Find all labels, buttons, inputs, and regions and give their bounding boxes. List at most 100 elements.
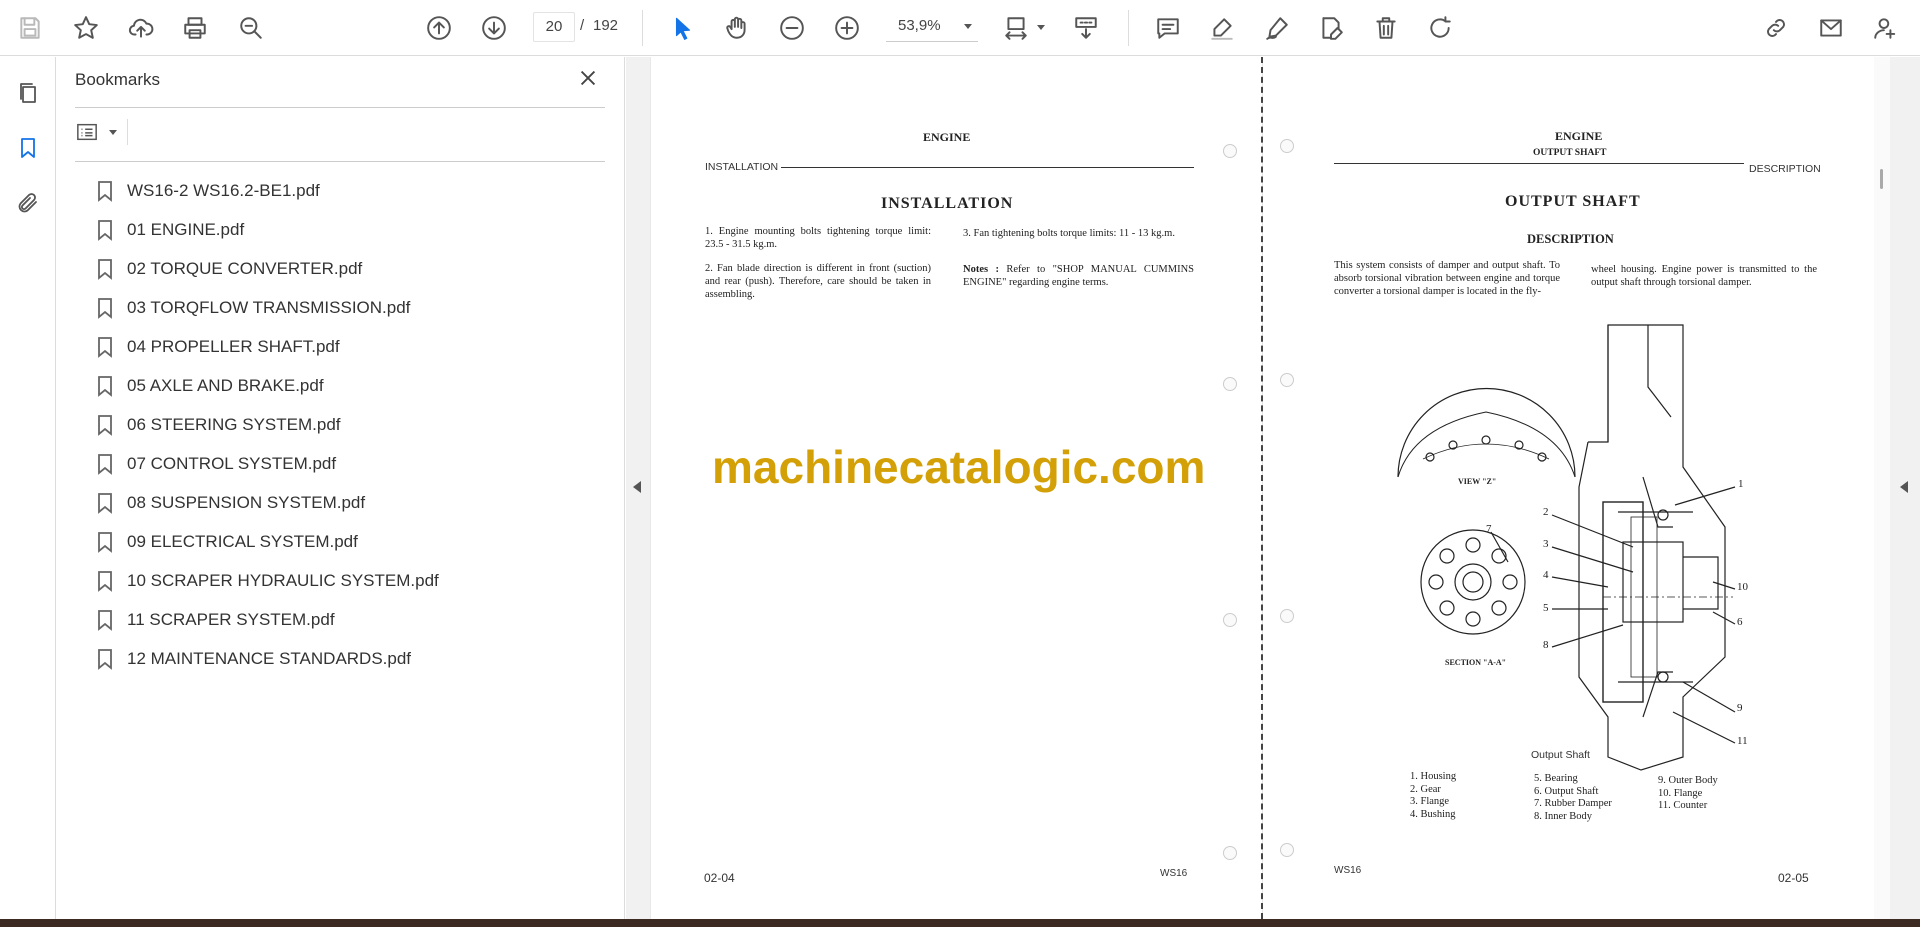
hand-tool-icon[interactable] xyxy=(719,10,755,46)
view-z-label: VIEW "Z" xyxy=(1458,477,1497,486)
bookmark-options-button[interactable] xyxy=(75,117,121,147)
bookmark-icon xyxy=(98,570,112,592)
bookmark-label: 08 SUSPENSION SYSTEM.pdf xyxy=(127,492,366,512)
zoom-value: 53,9% xyxy=(898,17,941,34)
bookmark-icon xyxy=(98,531,112,553)
page-number: 02-05 xyxy=(1778,871,1809,885)
bookmark-icon xyxy=(98,336,112,358)
bookmark-item[interactable]: 08 SUSPENSION SYSTEM.pdf xyxy=(97,483,605,522)
delete-trash-icon[interactable] xyxy=(1368,10,1404,46)
callout-label: 1 xyxy=(1738,478,1744,490)
callout-label: 3 xyxy=(1543,538,1549,550)
page-number: 02-04 xyxy=(704,871,735,885)
bookmark-icon xyxy=(98,258,112,280)
scrollbar-thumb[interactable] xyxy=(1880,169,1883,189)
search-icon[interactable] xyxy=(233,10,269,46)
main-toolbar: 20 / 192 53,9% xyxy=(0,0,1920,56)
bookmark-item[interactable]: 06 STEERING SYSTEM.pdf xyxy=(97,405,605,444)
page-thumbnails-icon[interactable] xyxy=(12,77,44,109)
bookmark-item[interactable]: 04 PROPELLER SHAFT.pdf xyxy=(97,327,605,366)
list-options-icon xyxy=(77,123,97,141)
divider xyxy=(75,107,605,108)
divider xyxy=(75,161,605,162)
bookmark-label: 07 CONTROL SYSTEM.pdf xyxy=(127,453,337,473)
share-link-icon[interactable] xyxy=(1758,10,1794,46)
model-label: WS16 xyxy=(1160,868,1188,879)
chevron-down-icon xyxy=(109,130,117,135)
attachments-icon[interactable] xyxy=(12,187,44,219)
taskbar-strip xyxy=(0,919,1920,927)
bookmark-item[interactable]: 11 SCRAPER SYSTEM.pdf xyxy=(97,600,605,639)
zoom-out-icon[interactable] xyxy=(774,10,810,46)
next-page-icon[interactable] xyxy=(476,10,512,46)
close-icon[interactable] xyxy=(577,67,603,93)
bookmark-item[interactable]: 03 TORQFLOW TRANSMISSION.pdf xyxy=(97,288,605,327)
bookmark-label: 03 TORQFLOW TRANSMISSION.pdf xyxy=(127,297,411,317)
paragraph-item2: 2. Fan blade direction is different in f… xyxy=(705,263,931,300)
header-rule xyxy=(781,167,1194,168)
navigation-rail xyxy=(0,57,56,919)
callout-label: 5 xyxy=(1543,602,1549,614)
bookmark-list: WS16-2 WS16.2-BE1.pdf 01 ENGINE.pdf 02 T… xyxy=(97,171,605,678)
scroll-mode-icon[interactable] xyxy=(1068,10,1104,46)
chevron-down-icon xyxy=(964,24,972,29)
callout-label: 4 xyxy=(1543,569,1549,581)
comment-icon[interactable] xyxy=(1150,10,1186,46)
right-panel-handle[interactable] xyxy=(1890,57,1920,919)
page-fit-icon[interactable] xyxy=(998,10,1034,46)
edit-pdf-icon[interactable] xyxy=(1313,10,1349,46)
bookmark-item[interactable]: 10 SCRAPER HYDRAULIC SYSTEM.pdf xyxy=(97,561,605,600)
highlight-icon[interactable] xyxy=(1204,10,1240,46)
bookmark-item[interactable]: 12 MAINTENANCE STANDARDS.pdf xyxy=(97,639,605,678)
zoom-in-icon[interactable] xyxy=(829,10,865,46)
page-title: INSTALLATION xyxy=(881,195,1014,212)
legend-column-2: 5. Bearing 6. Output Shaft 7. Rubber Dam… xyxy=(1534,773,1612,822)
upload-cloud-icon[interactable] xyxy=(123,10,159,46)
callout-label: 10 xyxy=(1737,581,1748,593)
section-aa-disc xyxy=(1420,529,1526,635)
bookmark-icon xyxy=(98,219,112,241)
bookmark-icon xyxy=(98,375,112,397)
bookmark-item[interactable]: 09 ELECTRICAL SYSTEM.pdf xyxy=(97,522,605,561)
bookmarks-icon[interactable] xyxy=(12,132,44,164)
chevron-down-icon[interactable] xyxy=(1037,25,1045,30)
bookmark-item[interactable]: 05 AXLE AND BRAKE.pdf xyxy=(97,366,605,405)
toolbar-divider xyxy=(642,10,643,46)
section-aa-label: SECTION "A-A" xyxy=(1445,658,1507,667)
account-icon[interactable] xyxy=(1867,10,1903,46)
page-number-input[interactable]: 20 xyxy=(533,12,575,42)
rotate-icon[interactable] xyxy=(1422,10,1458,46)
bookmark-item[interactable]: 01 ENGINE.pdf xyxy=(97,210,605,249)
bookmark-icon xyxy=(98,453,112,475)
collapse-left-icon xyxy=(633,481,641,493)
figure-caption: Output Shaft xyxy=(1531,749,1590,761)
page-header: ENGINE xyxy=(923,130,971,144)
document-page-right: ENGINE OUTPUT SHAFT DESCRIPTION OUTPUT S… xyxy=(1263,57,1874,919)
bookmark-icon xyxy=(98,609,112,631)
divider xyxy=(127,119,128,145)
previous-page-icon[interactable] xyxy=(421,10,457,46)
bookmark-label: 01 ENGINE.pdf xyxy=(127,219,245,239)
collapse-panel-handle[interactable] xyxy=(626,57,650,919)
save-icon[interactable] xyxy=(12,10,48,46)
binder-hole xyxy=(1223,846,1237,860)
bookmark-star-icon[interactable] xyxy=(68,10,104,46)
bookmark-item[interactable]: 07 CONTROL SYSTEM.pdf xyxy=(97,444,605,483)
bookmark-label: 04 PROPELLER SHAFT.pdf xyxy=(127,336,340,356)
zoom-select[interactable]: 53,9% xyxy=(886,12,978,42)
bookmark-label: WS16-2 WS16.2-BE1.pdf xyxy=(127,180,320,200)
vertical-scrollbar[interactable] xyxy=(1874,57,1890,919)
bookmark-item[interactable]: 02 TORQUE CONVERTER.pdf xyxy=(97,249,605,288)
notes-paragraph: Notes : Refer to "SHOP MANUAL CUMMINS EN… xyxy=(963,263,1194,289)
notes-label: Notes : xyxy=(963,264,999,275)
bookmarks-panel-title: Bookmarks xyxy=(75,70,161,89)
callout-label: 2 xyxy=(1543,506,1549,518)
binder-hole xyxy=(1223,613,1237,627)
bookmark-item[interactable]: WS16-2 WS16.2-BE1.pdf xyxy=(97,171,605,210)
email-icon[interactable] xyxy=(1813,10,1849,46)
page-total: 192 xyxy=(593,17,619,34)
select-cursor-icon[interactable] xyxy=(665,10,701,46)
draw-sign-icon[interactable] xyxy=(1259,10,1295,46)
print-icon[interactable] xyxy=(177,10,213,46)
page-separator: / xyxy=(580,17,585,34)
